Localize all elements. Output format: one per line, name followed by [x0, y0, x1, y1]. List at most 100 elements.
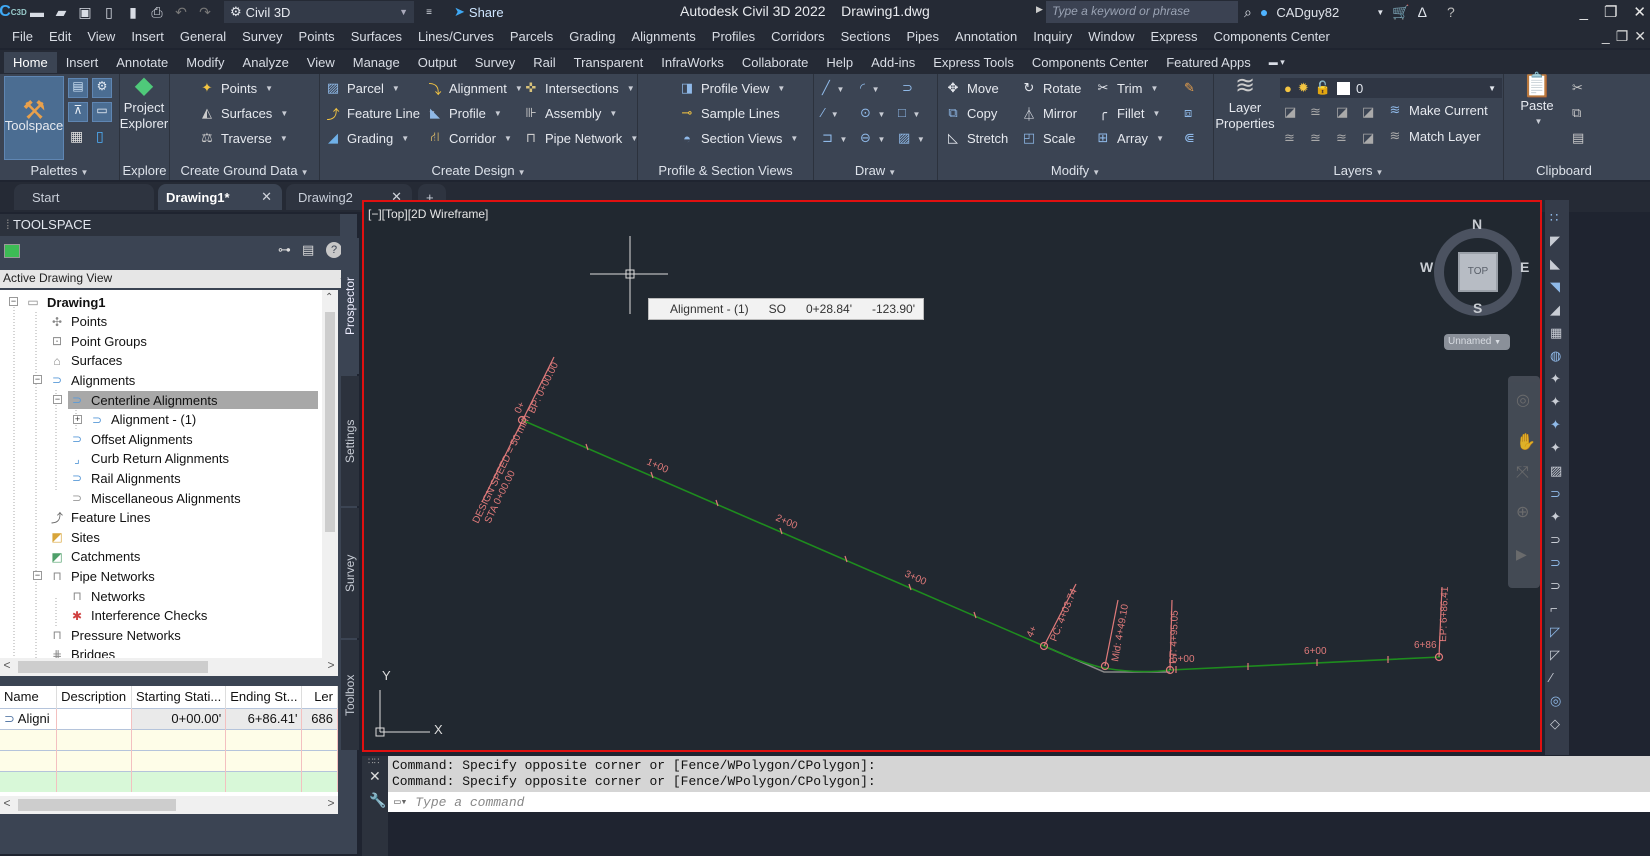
showmotion-icon[interactable]: ▶	[1516, 546, 1527, 563]
menu-insert[interactable]: Insert	[123, 29, 172, 44]
menu-general[interactable]: General	[172, 29, 234, 44]
tab-toolbox[interactable]: Toolbox	[341, 640, 359, 750]
tree-item[interactable]: ⊃ Alignment - (1)	[88, 411, 196, 429]
intersections-button[interactable]: ✜ Intersections ▼	[522, 80, 635, 96]
tab-settings[interactable]: Settings	[341, 376, 359, 506]
grip-icon[interactable]: ∷	[1550, 210, 1558, 226]
tree-expander[interactable]: −	[9, 297, 18, 306]
menu-lines-curves[interactable]: Lines/Curves	[410, 29, 502, 44]
save-icon[interactable]: ▣	[76, 4, 94, 20]
tree-item[interactable]: ✱ Interference Checks	[68, 607, 207, 625]
cell-ending-station[interactable]: 6+86.41'	[225, 707, 303, 729]
ribbon-tab-view[interactable]: View	[298, 52, 344, 73]
scroll-left-icon[interactable]: <	[0, 796, 14, 814]
feature-line-button[interactable]: ⤴ Feature Line ▼	[324, 105, 435, 122]
compass-north[interactable]: N	[1472, 216, 1482, 232]
list-horizontal-scrollbar[interactable]: < >	[0, 796, 338, 814]
doc-close-icon[interactable]: ✕	[1634, 28, 1646, 45]
ribbon-tab-analyze[interactable]: Analyze	[234, 52, 298, 73]
points-button[interactable]: ✦ Points ▼	[198, 80, 274, 96]
hatch-icon[interactable]: ▨ ▼	[898, 130, 925, 146]
close-icon[interactable]: ✕	[1633, 3, 1646, 21]
grade-label-icon[interactable]: ◸	[1550, 624, 1560, 640]
geolocation-icon[interactable]: ◍	[1550, 348, 1561, 364]
fillet-button[interactable]: ╭ Fillet ▼	[1094, 105, 1160, 121]
minimize-icon[interactable]: _	[1580, 4, 1588, 21]
tree-item[interactable]: ⊓ Networks	[68, 587, 145, 605]
tree-hierarchy-icon[interactable]: ⊶	[278, 242, 291, 258]
restore-icon[interactable]: ❐	[1604, 3, 1617, 21]
menu-parcels[interactable]: Parcels	[502, 29, 561, 44]
compass-west[interactable]: W	[1420, 259, 1433, 275]
toolbox-palette-icon[interactable]: ▭	[92, 102, 112, 122]
parcel-button[interactable]: ▨ Parcel ▼	[324, 80, 400, 96]
tree-hscroll-thumb[interactable]	[18, 661, 208, 673]
feature-label-icon[interactable]: ⊃	[1550, 578, 1561, 594]
column-header-ending-station[interactable]: Ending St...	[225, 686, 303, 708]
app-menu-button[interactable]: C C3D	[0, 3, 27, 20]
grip-icon[interactable]: ∷∷	[368, 756, 379, 767]
cell-starting-station[interactable]: 0+00.00'	[131, 707, 227, 729]
menu-corridors[interactable]: Corridors	[763, 29, 832, 44]
table-icon[interactable]: ▦	[1550, 325, 1562, 341]
menu-components-center[interactable]: Components Center	[1205, 29, 1337, 44]
scale-button[interactable]: ◰ Scale	[1020, 130, 1076, 146]
make-current-button[interactable]: ≋ Make Current	[1386, 102, 1488, 118]
doc-tab-drawing1[interactable]: Drawing1* ✕	[158, 184, 282, 210]
ribbon-tab-express-tools[interactable]: Express Tools	[924, 52, 1023, 73]
surface-label-icon[interactable]: ▨	[1550, 463, 1562, 479]
ribbon-tab-featured-apps[interactable]: Featured Apps	[1157, 52, 1260, 73]
layer-on-icon[interactable]: ≊	[1284, 130, 1295, 146]
item-view-icon[interactable]: ▤	[302, 242, 314, 258]
tree-item[interactable]: ⊃ Alignments	[48, 371, 135, 389]
layer-properties-button[interactable]: ≋ Layer Properties	[1214, 74, 1276, 132]
user-account-button[interactable]: CADguy82	[1276, 5, 1368, 20]
spline-icon[interactable]: ⊐ ▼	[822, 130, 847, 146]
orbit-icon[interactable]: ⊕	[1516, 502, 1529, 522]
cell-description[interactable]	[56, 707, 132, 729]
offset-icon[interactable]: ⋐	[1184, 130, 1195, 146]
ribbon-minimize-toggle[interactable]: ▬ ▾	[1260, 54, 1294, 71]
tree-item[interactable]: ⊃ Miscellaneous Alignments	[68, 489, 241, 507]
cell-name[interactable]: ⊃ Aligni	[0, 707, 58, 729]
layer-off-icon[interactable]: ◪	[1284, 104, 1296, 120]
alignment-label-icon[interactable]: ⊃	[1550, 486, 1561, 502]
customize-qat-icon[interactable]: ≡	[420, 4, 438, 20]
coordinate-icon[interactable]: ⌐	[1550, 601, 1558, 616]
chevron-down-icon[interactable]: ▼	[1376, 8, 1384, 17]
properties-palette-icon[interactable]: ▦	[70, 128, 83, 145]
toggle-item-view-icon[interactable]	[4, 244, 20, 258]
paste-button[interactable]: 📋 Paste ▼	[1512, 74, 1562, 130]
ribbon-tab-annotate[interactable]: Annotate	[107, 52, 177, 73]
autodesk-app-icon[interactable]: Δ	[1418, 4, 1427, 20]
corridor-button[interactable]: ⛙ Corridor ▼	[426, 129, 511, 146]
toolspace-button[interactable]: ⚒ Toolspace	[4, 76, 64, 160]
layer-unisolate-icon[interactable]: ≊	[1310, 130, 1321, 146]
scroll-left-icon[interactable]: <	[0, 658, 14, 676]
redo-icon[interactable]: ↷	[196, 4, 214, 20]
match-properties-icon[interactable]: ▤	[1572, 130, 1584, 146]
compass-south[interactable]: S	[1473, 300, 1482, 316]
panel-title-create-design[interactable]: Create Design ▼	[320, 163, 637, 178]
layer-freeze-icon[interactable]: ◪	[1336, 104, 1348, 120]
ribbon-tab-transparent[interactable]: Transparent	[565, 52, 653, 73]
menu-edit[interactable]: Edit	[41, 29, 79, 44]
menu-profiles[interactable]: Profiles	[704, 29, 763, 44]
explode-icon[interactable]: ⧈	[1184, 105, 1192, 121]
measure-icon[interactable]: ◇	[1550, 716, 1560, 732]
ribbon-tab-rail[interactable]: Rail	[524, 52, 564, 73]
trim-button[interactable]: ✂ Trim ▼	[1094, 80, 1159, 96]
open-mobile-icon[interactable]: ▮	[124, 4, 142, 20]
ribbon-tab-modify[interactable]: Modify	[177, 52, 233, 73]
viewcube-face-top[interactable]: TOP	[1458, 252, 1498, 292]
layer-isolate-icon[interactable]: ≊	[1310, 104, 1321, 120]
close-command-line-icon[interactable]: ✕	[369, 768, 381, 785]
tab-survey[interactable]: Survey	[341, 508, 359, 638]
tree-item[interactable]: ⊃ Offset Alignments	[68, 430, 193, 448]
column-header-starting-station[interactable]: Starting Stati...	[131, 686, 227, 708]
line-label-icon[interactable]: ◥	[1550, 279, 1560, 295]
assembly-button[interactable]: ⊪ Assembly ▼	[522, 105, 617, 121]
cell-length[interactable]: 686	[301, 707, 338, 729]
menu-surfaces[interactable]: Surfaces	[343, 29, 410, 44]
point-add-label-icon[interactable]: ✦	[1550, 394, 1561, 410]
